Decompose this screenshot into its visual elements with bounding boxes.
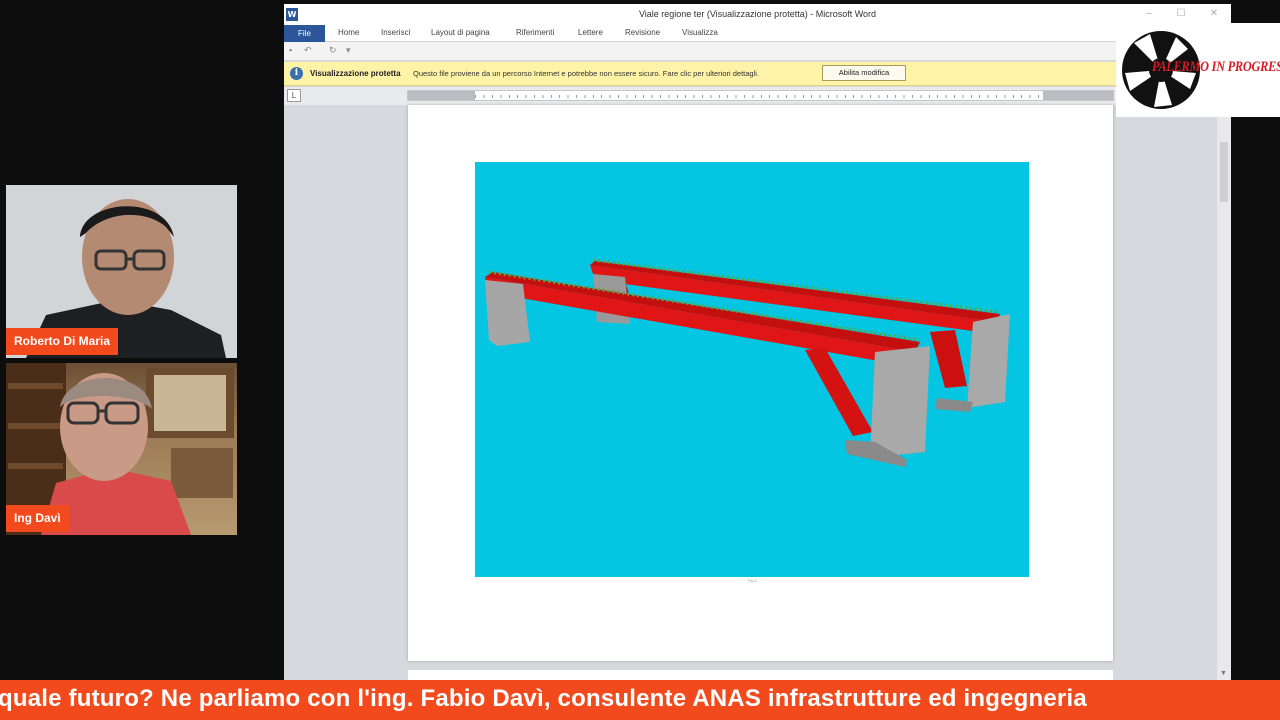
front-left-pier <box>485 280 530 346</box>
tab-riferimenti[interactable]: Riferimenti <box>516 28 554 37</box>
document-area: Fig.1 <box>284 105 1231 680</box>
tab-home[interactable]: Home <box>338 28 359 37</box>
ticker-text: quale futuro? Ne parliamo con l'ing. Fab… <box>0 685 1087 712</box>
tab-selector[interactable]: L <box>287 89 301 102</box>
horizontal-ruler[interactable] <box>407 90 1114 101</box>
tab-file[interactable]: File <box>284 25 325 42</box>
participant-name-tag: Ing Davì <box>6 505 69 532</box>
ruler-left-margin <box>408 91 475 100</box>
tab-lettere[interactable]: Lettere <box>578 28 603 37</box>
front-right-pier <box>870 346 930 458</box>
news-ticker: quale futuro? Ne parliamo con l'ing. Fab… <box>0 680 1280 720</box>
scroll-down-icon[interactable]: ▼ <box>1220 670 1227 677</box>
tab-revisione[interactable]: Revisione <box>625 28 660 37</box>
bridge-render-image[interactable] <box>475 162 1029 577</box>
bridge-render-svg <box>485 258 1010 467</box>
protected-view-bar: i Visualizzazione protetta Questo file p… <box>284 62 1231 86</box>
vertical-scrollbar[interactable]: ▼ <box>1217 87 1231 680</box>
scrollbar-thumb[interactable] <box>1220 142 1228 202</box>
customize-icon[interactable]: ▾ <box>346 45 351 56</box>
ruler-right-margin <box>1043 91 1113 100</box>
window-title: Viale regione ter (Visualizzazione prote… <box>638 9 877 19</box>
video-stage: W Viale regione ter (Visualizzazione pro… <box>0 0 1280 720</box>
maximize-button[interactable]: ☐ <box>1171 7 1191 21</box>
ribbon-tabs: File Home Inserisci Layout di pagina Rif… <box>284 25 1231 42</box>
quick-access-toolbar: ▪ ↶ ↻ ▾ <box>284 42 1231 61</box>
undo-icon[interactable]: ↶ <box>304 45 312 56</box>
back-right-pier <box>967 314 1010 408</box>
palermo-in-progress-logo: PALERMO IN PROGRESS <box>1116 23 1280 117</box>
save-icon[interactable]: ▪ <box>289 45 292 55</box>
participant-name-tag: Roberto Di Maria <box>6 328 119 355</box>
tab-inserisci[interactable]: Inserisci <box>381 28 410 37</box>
info-icon: i <box>290 67 303 80</box>
image-caption: Fig.1 <box>748 578 757 583</box>
document-page: Fig.1 <box>408 105 1113 661</box>
protected-view-message[interactable]: Questo file proviene da un percorso Inte… <box>413 69 759 78</box>
front-right-strut <box>805 348 873 436</box>
tab-visualizza[interactable]: Visualizza <box>682 28 718 37</box>
next-page <box>408 670 1113 680</box>
webcam-feed-1: Roberto Di Maria <box>6 185 237 358</box>
word-window: W Viale regione ter (Visualizzazione pro… <box>284 4 1231 680</box>
back-right-strut <box>930 330 967 388</box>
webcam-feed-2: Ing Davì <box>6 363 237 535</box>
title-bar: W Viale regione ter (Visualizzazione pro… <box>284 4 1231 25</box>
redo-icon[interactable]: ↻ <box>329 45 337 56</box>
minimize-button[interactable]: – <box>1139 7 1159 21</box>
enable-editing-button[interactable]: Abilita modifica <box>822 65 906 81</box>
logo-text: PALERMO IN PROGRESS <box>1152 59 1280 75</box>
protected-view-title: Visualizzazione protetta <box>310 69 401 78</box>
tab-layout[interactable]: Layout di pagina <box>431 28 490 37</box>
back-right-pier-base <box>935 398 973 412</box>
ruler-row: L <box>284 87 1231 105</box>
close-button[interactable]: ✕ <box>1204 7 1224 21</box>
